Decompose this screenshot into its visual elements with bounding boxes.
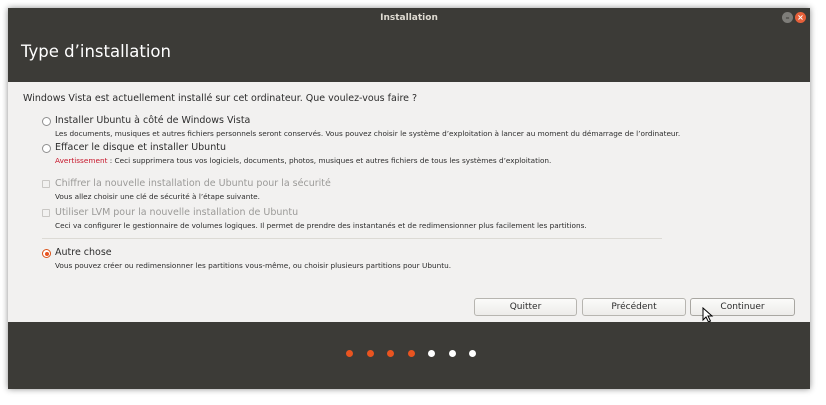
step-dot-pending — [469, 350, 476, 357]
option-description: Vous allez choisir une clé de sécurité à… — [55, 192, 260, 201]
option-description: Vous pouvez créer ou redimensionner les … — [55, 261, 452, 270]
option-description: Ceci va configurer le gestionnaire de vo… — [55, 221, 587, 230]
back-button[interactable]: Précédent — [582, 298, 686, 316]
main-content: Windows Vista est actuellement installé … — [8, 82, 810, 323]
window-title: Installation — [380, 13, 438, 23]
step-dot-pending — [428, 350, 435, 357]
progress-steps — [346, 350, 476, 357]
checkbox-lvm — [42, 209, 50, 217]
progress-footer — [8, 322, 810, 389]
close-icon: × — [797, 13, 804, 22]
step-dot-pending — [448, 350, 456, 357]
install-question: Windows Vista est actuellement installé … — [23, 93, 418, 104]
radio-something-else[interactable] — [42, 249, 51, 258]
separator — [42, 238, 662, 239]
radio-install-alongside[interactable] — [42, 117, 51, 126]
option-label[interactable]: Installer Ubuntu à côté de Windows Vista — [55, 115, 250, 126]
minimize-icon: – — [785, 13, 790, 22]
step-dot-complete — [407, 350, 415, 357]
radio-erase-disk[interactable] — [42, 144, 51, 153]
step-dot-complete — [346, 350, 353, 357]
option-description: Avertissement : Ceci supprimera tous vos… — [55, 156, 551, 165]
warning-text: : Ceci supprimera tous vos logiciels, do… — [107, 156, 552, 165]
option-label[interactable]: Autre chose — [55, 247, 112, 258]
quit-button[interactable]: Quitter — [474, 298, 577, 316]
option-description: Les documents, musiques et autres fichie… — [55, 129, 681, 138]
option-label: Chiffrer la nouvelle installation de Ubu… — [55, 178, 331, 189]
checkbox-encrypt — [42, 180, 50, 188]
page-header: Type d’installation — [8, 28, 810, 82]
option-label[interactable]: Effacer le disque et installer Ubuntu — [55, 142, 226, 153]
option-label: Utiliser LVM pour la nouvelle installati… — [55, 207, 299, 218]
installer-window: Installation – × Type d’installation Win… — [8, 8, 810, 389]
title-bar[interactable]: Installation – × — [8, 8, 810, 28]
page-title: Type d’installation — [21, 42, 171, 61]
mouse-cursor-icon — [702, 307, 714, 323]
step-dot-complete — [366, 350, 374, 357]
minimize-button[interactable]: – — [782, 12, 793, 23]
warning-label: Avertissement — [55, 156, 108, 165]
step-dot-complete — [387, 350, 394, 357]
close-button[interactable]: × — [795, 12, 806, 23]
